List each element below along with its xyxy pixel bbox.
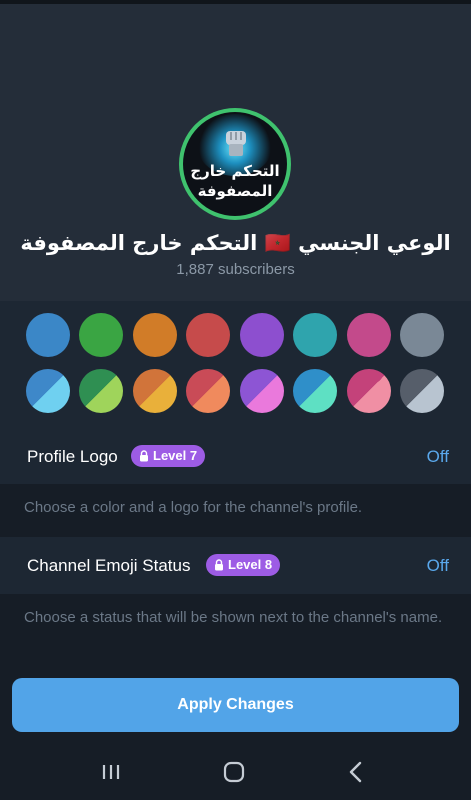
profile-logo-row[interactable]: Profile Logo Level 7 Off: [0, 429, 471, 484]
color-swatch[interactable]: [240, 313, 284, 357]
profile-logo-description: Choose a color and a logo for the channe…: [24, 499, 363, 516]
color-swatch[interactable]: [79, 313, 123, 357]
color-swatch[interactable]: [293, 313, 337, 357]
system-nav-bar: [0, 744, 471, 800]
channel-name: الوعي الجنسي 🇲🇦 التحكم خارج المصفوفة: [20, 231, 451, 255]
color-swatch[interactable]: [347, 313, 391, 357]
apply-changes-button[interactable]: Apply Changes: [12, 678, 459, 732]
channel-header: التحكم خارج المصفوفة الوعي الجنسي 🇲🇦 الت…: [0, 4, 471, 301]
avatar-image: التحكم خارج المصفوفة: [183, 112, 287, 216]
dual-color-swatch[interactable]: [133, 369, 177, 413]
color-swatch[interactable]: [26, 313, 70, 357]
emoji-status-row[interactable]: Channel Emoji Status Level 8 Off: [0, 537, 471, 594]
profile-logo-value: Off: [426, 447, 449, 466]
dual-color-swatch[interactable]: [79, 369, 123, 413]
level-badge: Level 7: [131, 445, 206, 467]
color-swatch[interactable]: [186, 313, 230, 357]
level-badge: Level 8: [206, 554, 281, 576]
level-badge-text: Level 7: [153, 448, 198, 463]
lock-icon: [215, 559, 223, 571]
dual-color-swatch[interactable]: [240, 369, 284, 413]
profile-logo-label: Profile Logo: [27, 447, 118, 466]
avatar-logo-text: المصفوفة: [197, 182, 273, 200]
apply-button-area: Apply Changes: [0, 664, 471, 744]
color-swatch[interactable]: [400, 313, 444, 357]
subscriber-count: 1,887 subscribers: [176, 261, 295, 278]
recent-apps-icon[interactable]: [96, 758, 126, 786]
dual-color-swatch[interactable]: [186, 369, 230, 413]
dual-color-swatch[interactable]: [26, 369, 70, 413]
home-icon[interactable]: [219, 758, 249, 786]
dual-color-swatch[interactable]: [400, 369, 444, 413]
emoji-status-description-band: Choose a status that will be shown next …: [0, 594, 471, 664]
avatar-logo-text: التحكم خارج: [190, 162, 280, 180]
emoji-status-label: Channel Emoji Status: [27, 556, 191, 575]
color-swatch[interactable]: [133, 313, 177, 357]
back-icon[interactable]: [341, 758, 371, 786]
emoji-status-description: Choose a status that will be shown next …: [24, 609, 443, 626]
lock-icon: [140, 450, 148, 462]
dual-color-swatch[interactable]: [293, 369, 337, 413]
level-badge-text: Level 8: [228, 557, 273, 572]
channel-avatar[interactable]: التحكم خارج المصفوفة: [179, 108, 291, 220]
profile-logo-description-band: Choose a color and a logo for the channe…: [0, 484, 471, 537]
dual-color-swatch[interactable]: [347, 369, 391, 413]
fist-icon: [226, 131, 246, 156]
emoji-status-value: Off: [426, 556, 449, 575]
color-picker: Profile Logo Level 7 Off: [0, 301, 471, 484]
